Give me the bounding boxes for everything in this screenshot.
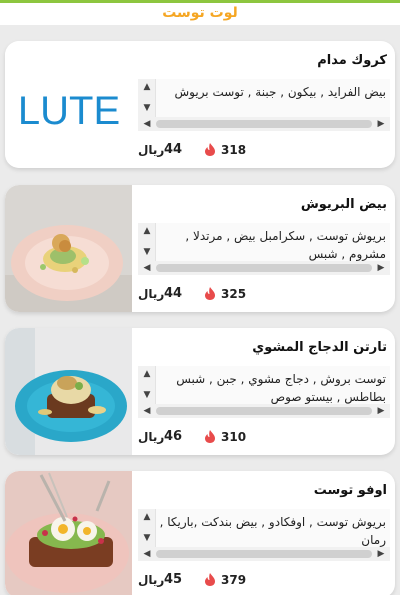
price-value: 46 bbox=[164, 429, 183, 444]
item-name: كروك مدام bbox=[317, 53, 387, 68]
item-description: بريوش توست , سكرامبل بيض , مرتدلا , مشرو… bbox=[185, 229, 386, 261]
calories-value: 318 bbox=[221, 143, 247, 157]
price-value: 44 bbox=[164, 286, 183, 301]
menu-item-card[interactable]: تارتن الدجاج المشوي ▲ ▼ توست بروش , دجاج… bbox=[5, 328, 395, 455]
vertical-scrollbar[interactable]: ▲ ▼ bbox=[138, 509, 156, 547]
scroll-down-icon[interactable]: ▼ bbox=[141, 246, 153, 258]
item-image: LUTE bbox=[5, 41, 132, 168]
calories-value: 310 bbox=[221, 430, 247, 444]
calories: 325 bbox=[205, 285, 265, 303]
scroll-left-icon[interactable]: ◀ bbox=[140, 547, 154, 561]
calories: 318 bbox=[205, 141, 265, 159]
scrollbar-thumb[interactable] bbox=[156, 550, 372, 558]
scroll-up-icon[interactable]: ▲ bbox=[141, 225, 153, 237]
price: ريال 44 bbox=[138, 140, 198, 160]
price: ريال 45 bbox=[138, 570, 198, 590]
vertical-scrollbar[interactable]: ▲ ▼ bbox=[138, 79, 156, 117]
scroll-down-icon[interactable]: ▼ bbox=[141, 389, 153, 401]
item-image bbox=[5, 328, 132, 455]
scroll-right-icon[interactable]: ▶ bbox=[374, 117, 388, 131]
item-name: تارتن الدجاج المشوي bbox=[252, 340, 387, 355]
horizontal-scrollbar[interactable]: ◀ ▶ bbox=[138, 261, 390, 275]
description-box[interactable]: ▲ ▼ توست بروش , دجاج مشوي , جبن , شبس بط… bbox=[138, 366, 390, 418]
item-description: بيض الفرايد , بيكون , جبنة , توست بريوش bbox=[174, 85, 387, 99]
description-box[interactable]: ▲ ▼ بريوش توست , اوفكادو , بيض بندكت ,با… bbox=[138, 509, 390, 561]
item-name: بيض البريوش bbox=[300, 197, 387, 212]
scroll-down-icon[interactable]: ▼ bbox=[141, 102, 153, 114]
scroll-up-icon[interactable]: ▲ bbox=[141, 511, 153, 523]
calories: 379 bbox=[205, 571, 265, 589]
menu-item-card[interactable]: LUTE كروك مدام ▲ ▼ بيض الفرايد , بيكون ,… bbox=[5, 41, 395, 168]
lute-logo: LUTE bbox=[18, 89, 120, 133]
scroll-right-icon[interactable]: ▶ bbox=[374, 547, 388, 561]
item-image bbox=[5, 185, 132, 312]
flame-icon bbox=[205, 573, 215, 586]
brioche-egg-plate-photo bbox=[5, 185, 132, 312]
price: ريال 46 bbox=[138, 427, 198, 447]
calories-value: 325 bbox=[221, 287, 247, 301]
scroll-down-icon[interactable]: ▼ bbox=[141, 532, 153, 544]
price: ريال 44 bbox=[138, 284, 198, 304]
price-currency: ريال bbox=[138, 573, 165, 587]
scroll-left-icon[interactable]: ◀ bbox=[140, 261, 154, 275]
scroll-up-icon[interactable]: ▲ bbox=[141, 368, 153, 380]
scrollbar-thumb[interactable] bbox=[156, 264, 372, 272]
grilled-chicken-tartine-photo bbox=[5, 328, 132, 455]
item-image bbox=[5, 471, 132, 595]
item-name: اوفو توست bbox=[313, 483, 387, 498]
horizontal-scrollbar[interactable]: ◀ ▶ bbox=[138, 404, 390, 418]
price-currency: ريال bbox=[138, 143, 165, 157]
calories-value: 379 bbox=[221, 573, 247, 587]
price-currency: ريال bbox=[138, 287, 165, 301]
scroll-right-icon[interactable]: ▶ bbox=[374, 261, 388, 275]
scroll-up-icon[interactable]: ▲ bbox=[141, 81, 153, 93]
menu-item-card[interactable]: اوفو توست ▲ ▼ بريوش توست , اوفكادو , بيض… bbox=[5, 471, 395, 595]
calories: 310 bbox=[205, 428, 265, 446]
flame-icon bbox=[205, 430, 215, 443]
horizontal-scrollbar[interactable]: ◀ ▶ bbox=[138, 547, 390, 561]
vertical-scrollbar[interactable]: ▲ ▼ bbox=[138, 223, 156, 261]
item-description: توست بروش , دجاج مشوي , جبن , شبس بطاطس … bbox=[176, 372, 386, 404]
horizontal-scrollbar[interactable]: ◀ ▶ bbox=[138, 117, 390, 131]
price-value: 45 bbox=[164, 572, 183, 587]
page-title: لوت توست bbox=[162, 5, 238, 21]
scroll-right-icon[interactable]: ▶ bbox=[374, 404, 388, 418]
flame-icon bbox=[205, 287, 215, 300]
menu-item-card[interactable]: بيض البريوش ▲ ▼ بريوش توست , سكرامبل بيض… bbox=[5, 185, 395, 312]
scrollbar-thumb[interactable] bbox=[156, 120, 372, 128]
flame-icon bbox=[205, 143, 215, 156]
ovo-toast-photo bbox=[5, 471, 132, 595]
vertical-scrollbar[interactable]: ▲ ▼ bbox=[138, 366, 156, 404]
app-header: لوت توست bbox=[0, 3, 400, 25]
scrollbar-thumb[interactable] bbox=[156, 407, 372, 415]
price-value: 44 bbox=[164, 142, 183, 157]
scroll-left-icon[interactable]: ◀ bbox=[140, 404, 154, 418]
scroll-left-icon[interactable]: ◀ bbox=[140, 117, 154, 131]
price-currency: ريال bbox=[138, 430, 165, 444]
description-box[interactable]: ▲ ▼ بيض الفرايد , بيكون , جبنة , توست بر… bbox=[138, 79, 390, 131]
description-box[interactable]: ▲ ▼ بريوش توست , سكرامبل بيض , مرتدلا , … bbox=[138, 223, 390, 275]
item-description: بريوش توست , اوفكادو , بيض بندكت ,باريكا… bbox=[159, 515, 386, 547]
